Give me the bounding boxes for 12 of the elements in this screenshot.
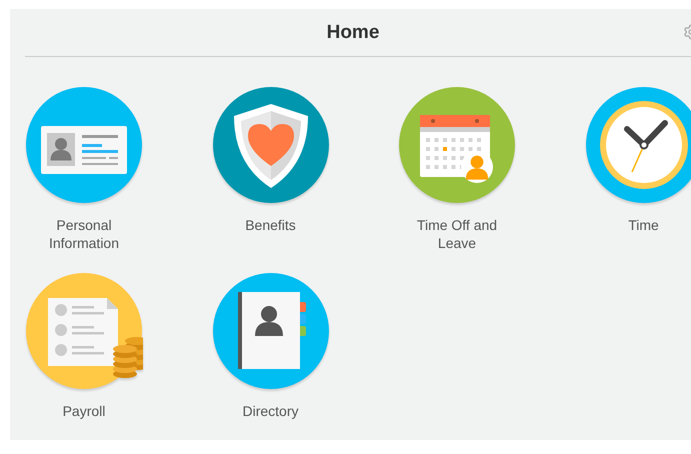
- page-title: Home: [326, 22, 380, 44]
- payroll-icon: [25, 272, 143, 390]
- tile-label[interactable]: Payroll: [24, 402, 144, 420]
- tile-label[interactable]: Time Off and Leave: [397, 216, 517, 252]
- tile-label[interactable]: Benefits: [210, 216, 330, 234]
- id-card-icon: [25, 86, 143, 204]
- tile-label[interactable]: Time: [584, 216, 691, 234]
- clock-icon: [584, 86, 691, 204]
- tile-label[interactable]: Directory: [210, 402, 330, 420]
- address-book-icon: [212, 272, 330, 390]
- calendar-icon: [398, 86, 516, 204]
- tile-label[interactable]: Personal Information: [24, 216, 144, 252]
